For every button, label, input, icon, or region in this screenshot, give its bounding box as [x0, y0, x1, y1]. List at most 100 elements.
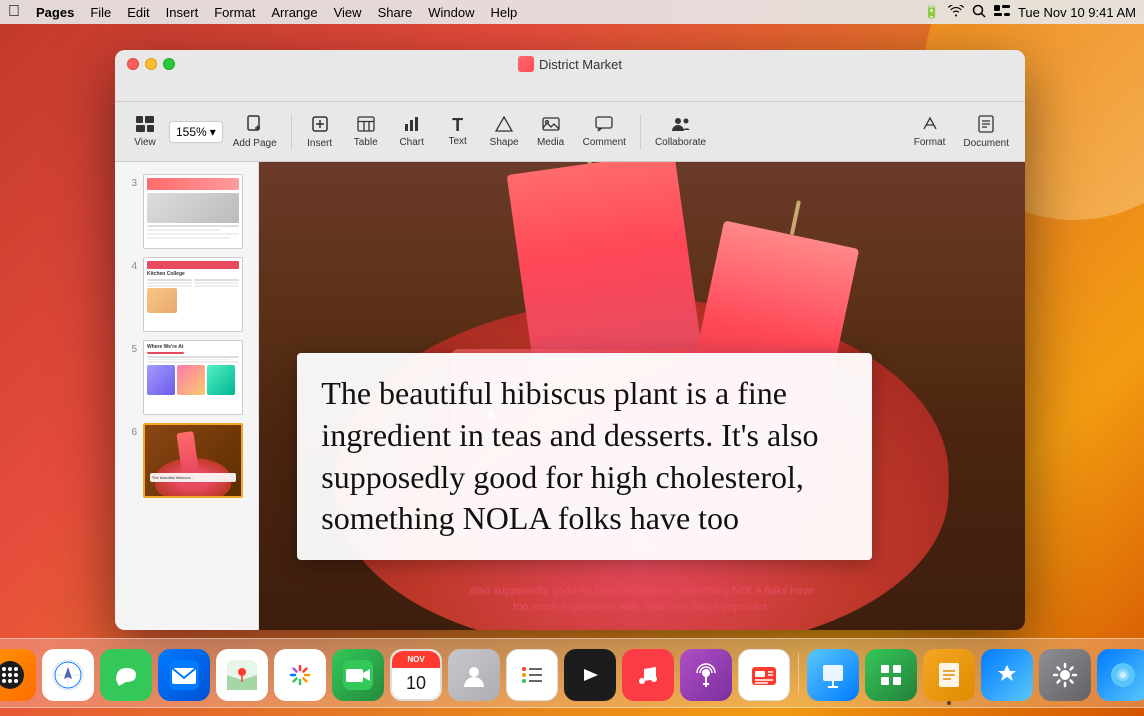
media-label: Media [537, 137, 564, 148]
menubar:  Pages File Edit Insert Format Arrange … [0, 0, 1144, 24]
bottom-caption: also supposedly good for high cholestero… [470, 583, 814, 616]
wifi-icon [948, 5, 964, 20]
dock-photos[interactable] [274, 649, 326, 701]
toolbar-separator-1 [291, 114, 292, 150]
apple-menu[interactable]:  [8, 3, 20, 21]
dock-appstore[interactable] [981, 649, 1033, 701]
document-button[interactable]: Document [955, 111, 1017, 153]
collaborate-button[interactable]: Collaborate [647, 112, 714, 152]
control-center-icon[interactable] [994, 5, 1010, 20]
format-label: Format [914, 137, 946, 148]
menubar-share[interactable]: Share [370, 5, 421, 20]
page-thumb-3[interactable]: 3 [115, 170, 258, 253]
toolbar-insert-group: Insert Table [298, 111, 634, 153]
insert-button[interactable]: Insert [298, 111, 342, 153]
page-thumbnail-4: Kitchen College [143, 257, 243, 332]
battery-icon: 🔋 [924, 4, 940, 20]
chart-icon [403, 116, 421, 135]
format-button[interactable]: Format [906, 112, 954, 152]
overlay-text: The beautiful hibiscus plant is a fine i… [321, 373, 848, 539]
toolbar: View 155% ▾ Add Page [115, 102, 1025, 162]
document-label: Document [963, 138, 1009, 149]
menubar-help[interactable]: Help [483, 5, 526, 20]
window-content: 3 4 Kit [115, 162, 1025, 630]
menubar-time: Tue Nov 10 9:41 AM [1018, 5, 1136, 20]
format-icon [921, 116, 939, 135]
dock-pages-dot [947, 701, 951, 705]
page-thumb-6[interactable]: 6 The beautiful hibiscus... [115, 419, 258, 502]
menubar-file[interactable]: File [82, 5, 119, 20]
toolbar-collaborate-group: Collaborate [647, 112, 714, 152]
toolbar-view-group: View 155% ▾ Add Page [123, 111, 285, 153]
chart-button[interactable]: Chart [390, 112, 434, 152]
dock-maps[interactable] [216, 649, 268, 701]
dock-numbers[interactable] [865, 649, 917, 701]
dock-reminders[interactable] [506, 649, 558, 701]
zoom-selector[interactable]: 155% ▾ [169, 121, 223, 143]
dock-appletv[interactable] [564, 649, 616, 701]
dock-contacts[interactable] [448, 649, 500, 701]
media-button[interactable]: Media [529, 112, 573, 152]
dock-launchpad[interactable] [0, 649, 36, 701]
text-button[interactable]: T Text [436, 112, 480, 151]
comment-button[interactable]: Comment [575, 112, 634, 152]
page-num-3: 3 [123, 178, 137, 189]
dock-screensaver[interactable] [1097, 649, 1144, 701]
add-page-button[interactable]: Add Page [225, 111, 285, 153]
maximize-button[interactable] [163, 58, 175, 70]
titlebar-top: District Market [115, 50, 1025, 78]
page-thumbnail-3 [143, 174, 243, 249]
search-icon[interactable] [972, 4, 986, 21]
menubar-view[interactable]: View [326, 5, 370, 20]
minimize-button[interactable] [145, 58, 157, 70]
insert-icon [311, 115, 329, 136]
window-title: District Market [518, 56, 622, 72]
page-thumb-4[interactable]: 4 Kitchen College [115, 253, 258, 336]
view-label: View [134, 137, 156, 148]
shape-icon [495, 116, 513, 135]
table-button[interactable]: Table [344, 112, 388, 152]
bottom-text-line2: too much experience with. Kids love thes… [513, 601, 770, 613]
dock: NOV 10 [0, 638, 1144, 708]
toolbar-separator-2 [640, 114, 641, 150]
menubar-edit[interactable]: Edit [119, 5, 157, 20]
shape-label: Shape [490, 137, 519, 148]
dock-facetime[interactable] [332, 649, 384, 701]
dock-keynote[interactable] [807, 649, 859, 701]
collaborate-icon [671, 116, 691, 135]
page-thumb-5[interactable]: 5 Where We're At [115, 336, 258, 419]
media-icon [542, 116, 560, 135]
add-page-label: Add Page [233, 138, 277, 149]
dock-safari[interactable] [42, 649, 94, 701]
menubar-format[interactable]: Format [206, 5, 263, 20]
dock-podcasts[interactable] [680, 649, 732, 701]
text-label: Text [449, 136, 467, 147]
dock-calendar[interactable]: NOV 10 [390, 649, 442, 701]
dock-music[interactable] [622, 649, 674, 701]
text-icon: T [452, 116, 463, 134]
menubar-right: 🔋 Tue Nov 10 9:41 AM [924, 4, 1136, 21]
dock-news[interactable] [738, 649, 790, 701]
document-icon [978, 115, 994, 136]
dock-messages[interactable] [100, 649, 152, 701]
menubar-app-name[interactable]: Pages [28, 5, 82, 20]
editor-canvas[interactable]: The beautiful hibiscus plant is a fine i… [259, 162, 1025, 630]
menubar-window[interactable]: Window [420, 5, 482, 20]
shape-button[interactable]: Shape [482, 112, 527, 152]
page-num-6: 6 [123, 427, 137, 438]
dock-system-preferences[interactable] [1039, 649, 1091, 701]
toolbar-right: Format Document [906, 111, 1017, 153]
dock-pages[interactable] [923, 649, 975, 701]
collaborate-label: Collaborate [655, 137, 706, 148]
page-num-5: 5 [123, 344, 137, 355]
view-button[interactable]: View [123, 112, 167, 152]
menubar-arrange[interactable]: Arrange [263, 5, 325, 20]
dock-mail[interactable] [158, 649, 210, 701]
pages-window: District Market View 155% ▾ [115, 50, 1025, 630]
close-button[interactable] [127, 58, 139, 70]
menubar-insert[interactable]: Insert [158, 5, 207, 20]
text-overlay[interactable]: The beautiful hibiscus plant is a fine i… [297, 353, 872, 559]
comment-icon [595, 116, 613, 135]
page-thumbnail-6: The beautiful hibiscus... [143, 423, 243, 498]
page-thumbnail-5: Where We're At [143, 340, 243, 415]
